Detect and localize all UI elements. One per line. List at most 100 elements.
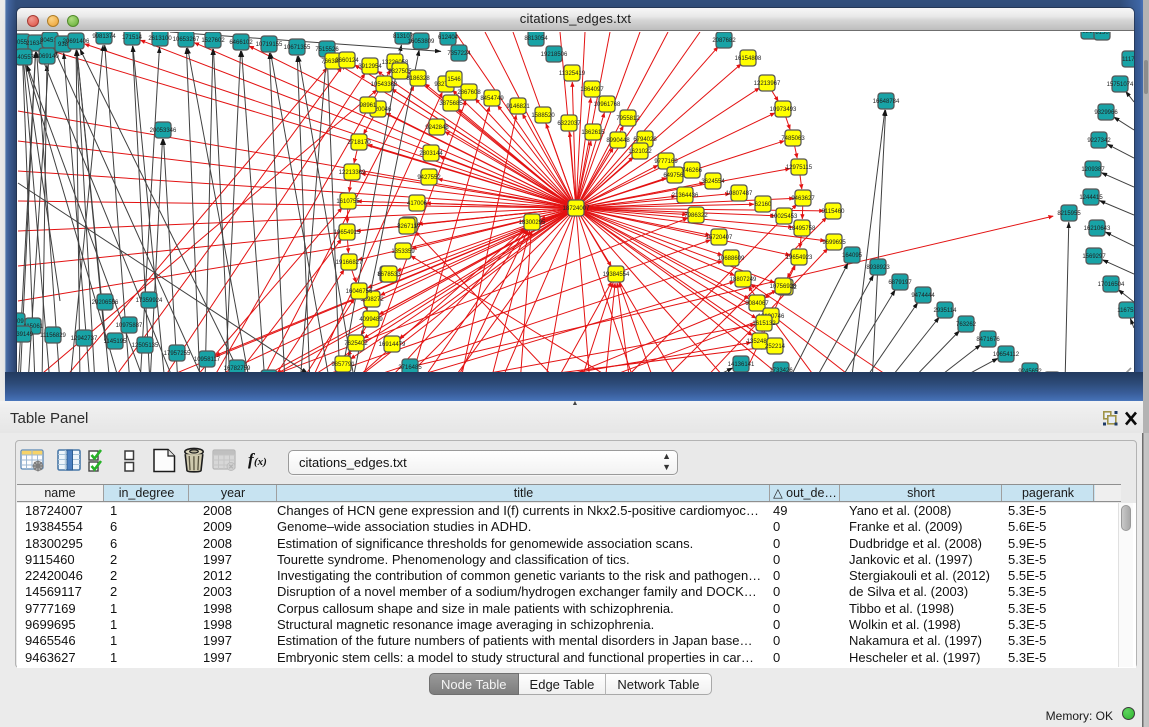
svg-text:9474444: 9474444 [911, 293, 935, 299]
svg-text:10688609: 10688609 [718, 256, 745, 262]
svg-text:62160: 62160 [755, 202, 772, 208]
svg-text:6322037: 6322037 [557, 121, 581, 127]
svg-text:8454749: 8454749 [480, 96, 504, 102]
svg-text:8130: 8130 [1095, 32, 1109, 36]
svg-text:12942737: 12942737 [71, 336, 98, 342]
svg-text:(x): (x) [254, 456, 267, 468]
svg-text:7515526: 7515526 [315, 47, 339, 53]
svg-text:9084067: 9084067 [745, 301, 769, 307]
svg-text:10973493: 10973493 [770, 107, 797, 113]
svg-text:19384554: 19384554 [603, 272, 630, 278]
svg-text:19654915: 19654915 [334, 230, 361, 236]
svg-text:1621022: 1621022 [628, 149, 652, 155]
svg-text:10807487: 10807487 [726, 191, 753, 197]
svg-text:11325419: 11325419 [559, 71, 586, 77]
svg-text:17957255: 17957255 [164, 351, 191, 357]
svg-text:16154808: 16154808 [735, 56, 762, 62]
svg-text:3716485: 3716485 [398, 365, 422, 371]
svg-text:16914479: 16914479 [379, 342, 406, 348]
svg-text:7986322: 7986322 [684, 213, 708, 219]
svg-text:9777169: 9777169 [654, 159, 678, 165]
svg-text:7485063: 7485063 [781, 136, 805, 142]
svg-text:8215955: 8215955 [1057, 211, 1081, 217]
svg-text:6879197: 6879197 [888, 280, 912, 286]
svg-text:763262: 763262 [956, 322, 977, 328]
svg-text:16046756: 16046756 [346, 289, 373, 295]
svg-text:17016504: 17016504 [1098, 282, 1125, 288]
svg-text:171514: 171514 [122, 35, 143, 41]
svg-text:15720407: 15720407 [706, 235, 733, 241]
svg-text:2069140: 2069140 [35, 54, 59, 60]
svg-text:3624554: 3624554 [701, 179, 725, 185]
svg-text:2803144: 2803144 [419, 151, 443, 157]
svg-text:2087682: 2087682 [712, 38, 736, 44]
svg-text:8938923: 8938923 [866, 265, 890, 271]
svg-text:10958117: 10958117 [194, 357, 221, 363]
svg-text:9115460: 9115460 [822, 209, 846, 215]
svg-text:10653267: 10653267 [173, 37, 200, 43]
svg-text:16648784: 16648784 [873, 99, 900, 105]
svg-text:1209387: 1209387 [1081, 167, 1105, 173]
svg-text:6794028: 6794028 [633, 137, 657, 143]
svg-text:1362615: 1362615 [581, 130, 605, 136]
svg-text:7357224: 7357224 [447, 51, 471, 57]
svg-text:12213369: 12213369 [339, 170, 366, 176]
svg-text:19218506: 19218506 [541, 52, 568, 58]
svg-text:9463627: 9463627 [791, 196, 815, 202]
svg-text:21364436: 21364436 [672, 193, 699, 199]
svg-text:7625402: 7625402 [344, 341, 368, 347]
svg-text:20691406: 20691406 [63, 39, 90, 45]
svg-text:12505135: 12505135 [132, 343, 159, 349]
svg-text:1864097: 1864097 [580, 87, 604, 93]
svg-text:417006: 417006 [407, 201, 428, 207]
svg-text:116753: 116753 [1117, 308, 1134, 314]
svg-text:1588520: 1588520 [531, 113, 555, 119]
svg-text:15751074: 15751074 [1107, 82, 1134, 88]
svg-text:19166827: 19166827 [336, 260, 363, 266]
svg-text:12975115: 12975115 [786, 165, 813, 171]
svg-text:16210643: 16210643 [1084, 226, 1111, 232]
svg-text:9227342: 9227342 [1087, 138, 1111, 144]
svg-text:10961768: 10961768 [594, 102, 621, 108]
svg-text:3875685: 3875685 [439, 101, 463, 107]
svg-text:20206556: 20206556 [92, 300, 119, 306]
svg-text:2718170: 2718170 [347, 140, 371, 146]
svg-text:1244415: 1244415 [1079, 195, 1103, 201]
svg-text:239149: 239149 [17, 332, 34, 338]
svg-text:8813054: 8813054 [524, 36, 548, 42]
svg-text:11171: 11171 [1122, 57, 1134, 63]
svg-text:8471676: 8471676 [976, 337, 1000, 343]
svg-text:7955812: 7955812 [616, 116, 640, 122]
svg-text:2867608: 2867608 [457, 90, 481, 96]
svg-text:9981374: 9981374 [92, 34, 116, 40]
svg-text:1527602: 1527602 [201, 38, 225, 44]
svg-text:17359924: 17359924 [136, 298, 163, 304]
svg-text:14136141: 14136141 [728, 362, 755, 368]
svg-text:10671355: 10671355 [284, 45, 311, 51]
svg-text:98961: 98961 [360, 103, 377, 109]
svg-text:10654112: 10654112 [993, 352, 1020, 358]
svg-text:8186328: 8186328 [406, 76, 430, 82]
svg-text:3660124: 3660124 [335, 58, 359, 64]
svg-text:9857791: 9857791 [331, 362, 355, 368]
svg-text:10025453: 10025453 [771, 214, 798, 220]
svg-text:8678533: 8678533 [377, 272, 401, 278]
svg-text:9427552: 9427552 [417, 175, 441, 181]
svg-text:1615132: 1615132 [752, 321, 776, 327]
svg-text:11156829: 11156829 [40, 333, 66, 339]
svg-text:612404: 612404 [438, 35, 459, 41]
svg-text:164095: 164095 [842, 253, 863, 259]
svg-text:12213967: 12213967 [754, 81, 781, 87]
svg-text:18495758: 18495758 [789, 226, 816, 232]
svg-text:8990448: 8990448 [606, 138, 630, 144]
svg-text:140557: 140557 [17, 55, 35, 61]
svg-text:9242848: 9242848 [425, 125, 449, 131]
svg-text:10756928: 10756928 [770, 284, 797, 290]
svg-text:3912954: 3912954 [358, 64, 382, 70]
svg-text:9699695: 9699695 [822, 240, 846, 246]
svg-text:10975887: 10975887 [116, 323, 143, 329]
svg-text:2935114: 2935114 [934, 308, 958, 314]
svg-text:1546: 1546 [447, 77, 461, 83]
svg-text:16053809: 16053809 [408, 39, 435, 45]
svg-text:826711: 826711 [397, 224, 417, 230]
